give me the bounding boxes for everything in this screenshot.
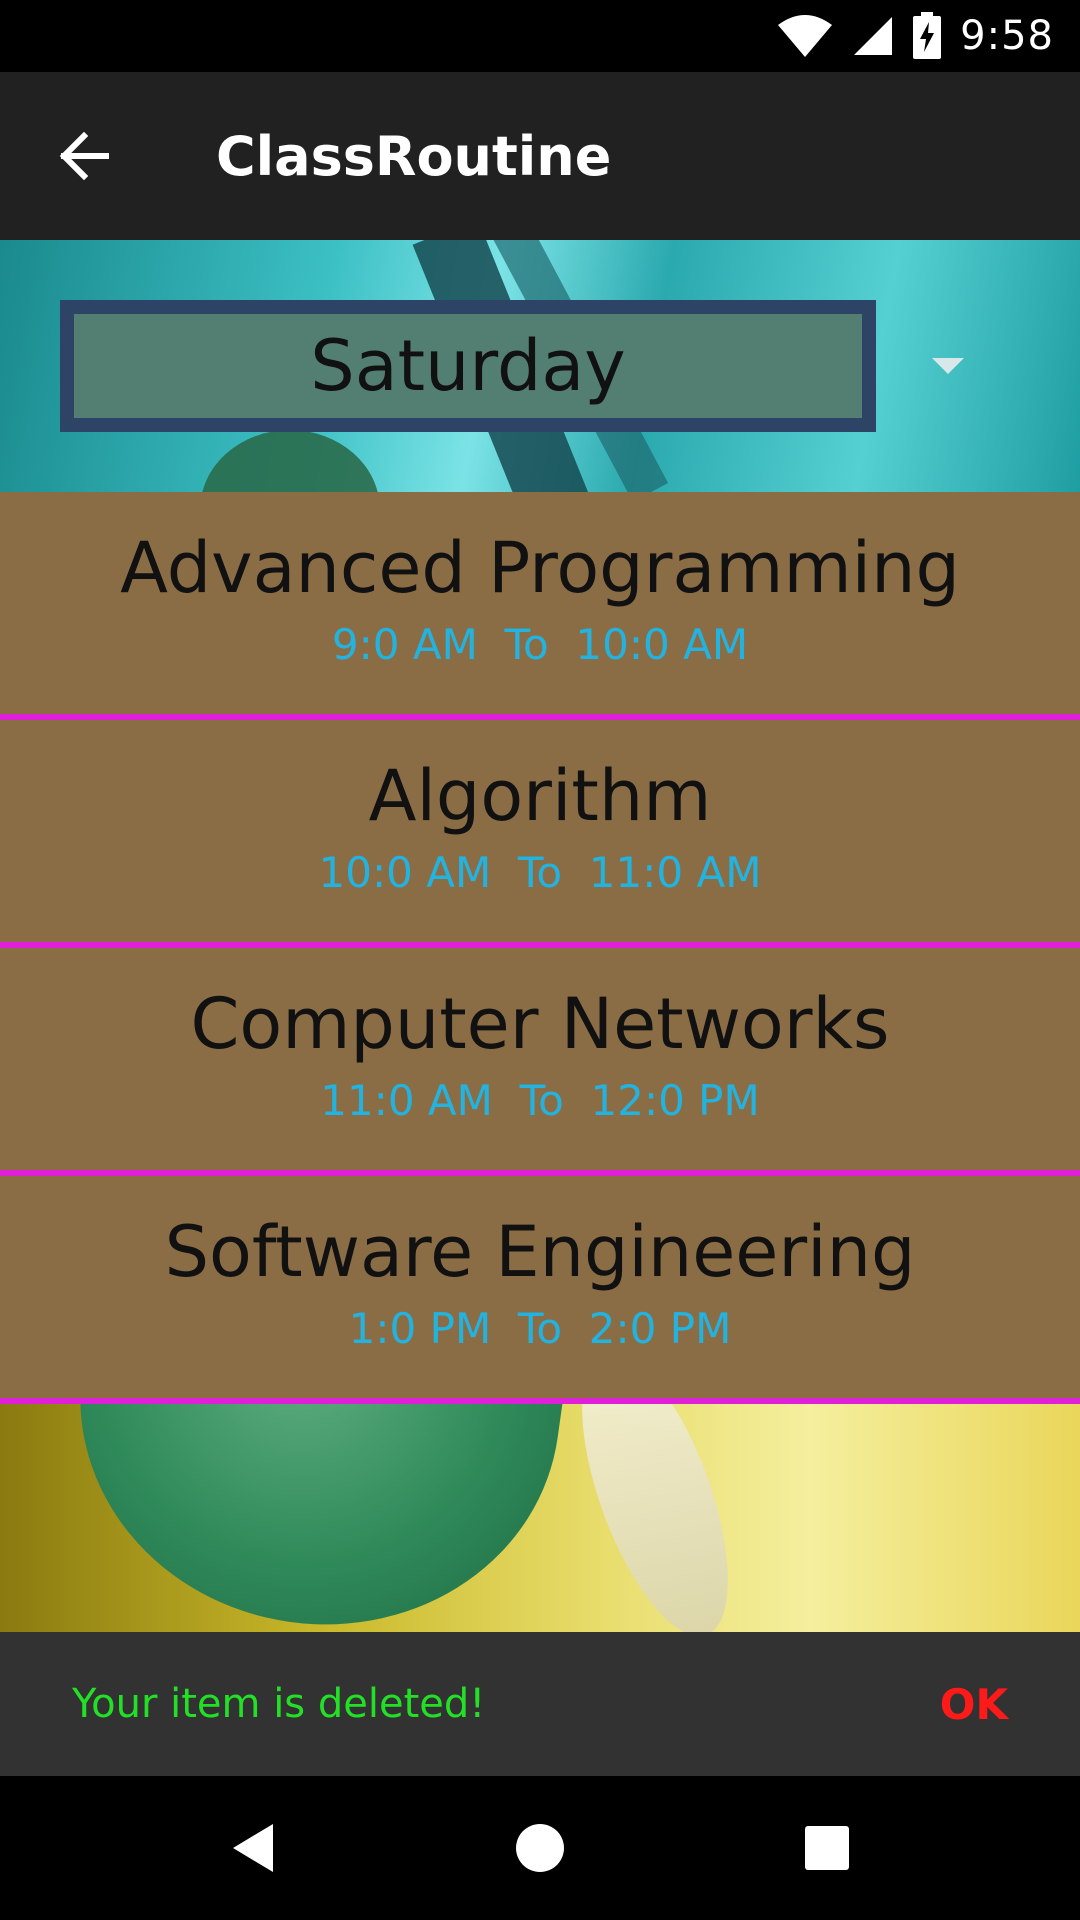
routine-list: Advanced Programming 9:0 AM To 10:0 AM A… bbox=[0, 492, 1080, 1404]
nav-home-button[interactable] bbox=[490, 1798, 590, 1898]
background-image-bottom bbox=[0, 1404, 1080, 1632]
routine-item[interactable]: Advanced Programming 9:0 AM To 10:0 AM bbox=[0, 492, 1080, 720]
wifi-icon bbox=[778, 15, 833, 57]
circle-home-icon bbox=[515, 1824, 564, 1872]
snackbar: Your item is deleted! OK bbox=[0, 1632, 1080, 1776]
day-spinner-box: Saturday bbox=[74, 314, 862, 418]
course-name: Advanced Programming bbox=[120, 527, 960, 609]
routine-item[interactable]: Algorithm 10:0 AM To 11:0 AM bbox=[0, 720, 1080, 948]
battery-charging-icon bbox=[913, 12, 942, 59]
routine-item[interactable]: Software Engineering 1:0 PM To 2:0 PM bbox=[0, 1176, 1080, 1404]
course-name: Algorithm bbox=[368, 755, 712, 837]
square-recents-icon bbox=[804, 1826, 849, 1870]
navigation-bar bbox=[0, 1776, 1080, 1920]
triangle-back-icon bbox=[233, 1824, 274, 1872]
cell-signal-icon bbox=[854, 17, 893, 55]
status-time: 9:58 bbox=[960, 13, 1054, 59]
routine-item[interactable]: Computer Networks 11:0 AM To 12:0 PM bbox=[0, 948, 1080, 1176]
dropdown-arrow-icon[interactable] bbox=[932, 358, 964, 374]
arrow-back-icon bbox=[59, 132, 109, 180]
app-bar: ClassRoutine bbox=[0, 72, 1080, 240]
course-time: 1:0 PM To 2:0 PM bbox=[348, 1304, 732, 1353]
snackbar-message: Your item is deleted! bbox=[72, 1681, 486, 1727]
course-name: Computer Networks bbox=[190, 983, 890, 1065]
day-spinner[interactable]: Saturday bbox=[60, 300, 876, 432]
course-time: 11:0 AM To 12:0 PM bbox=[320, 1076, 760, 1125]
app-title: ClassRoutine bbox=[216, 124, 612, 188]
course-time: 9:0 AM To 10:0 AM bbox=[331, 620, 749, 669]
nav-back-button[interactable] bbox=[203, 1798, 303, 1898]
course-name: Software Engineering bbox=[164, 1211, 916, 1293]
back-button[interactable] bbox=[0, 72, 168, 240]
day-spinner-value: Saturday bbox=[310, 325, 626, 407]
snackbar-ok-button[interactable]: OK bbox=[940, 1680, 1008, 1729]
course-time: 10:0 AM To 11:0 AM bbox=[318, 848, 762, 897]
nav-recents-button[interactable] bbox=[777, 1798, 877, 1898]
status-bar: 9:58 bbox=[0, 0, 1080, 72]
